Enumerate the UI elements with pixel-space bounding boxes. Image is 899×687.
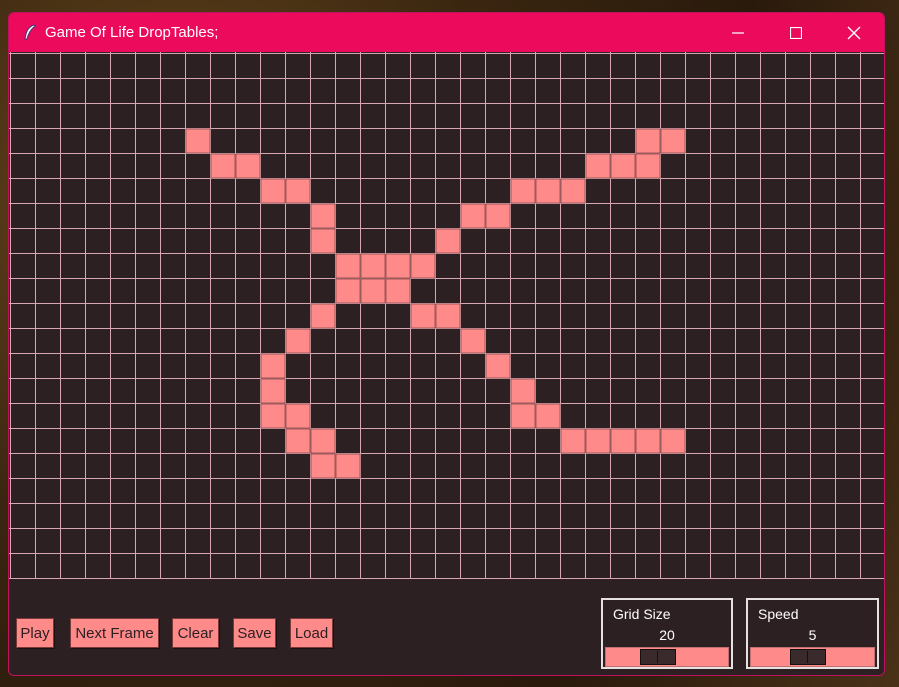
close-button[interactable] [825, 13, 883, 52]
live-cell[interactable] [210, 153, 236, 179]
grid-size-slider-thumb[interactable] [640, 649, 676, 665]
grid-size-value: 20 [659, 627, 675, 643]
grid-size-label: Grid Size [613, 606, 671, 622]
live-cell[interactable] [460, 328, 486, 354]
live-cell[interactable] [585, 153, 611, 179]
live-cell[interactable] [460, 203, 486, 229]
maximize-icon [790, 26, 802, 39]
live-cell[interactable] [535, 178, 561, 204]
live-cell[interactable] [635, 428, 661, 454]
play-button[interactable]: Play [16, 618, 54, 648]
live-cell[interactable] [585, 428, 611, 454]
next-frame-button[interactable]: Next Frame [70, 618, 159, 648]
window-title: Game Of Life DropTables; [45, 24, 219, 41]
speed-slider[interactable] [750, 647, 875, 667]
live-cell[interactable] [310, 303, 336, 329]
live-cell[interactable] [560, 428, 586, 454]
grid-canvas[interactable] [9, 52, 885, 579]
live-cell[interactable] [285, 178, 311, 204]
feather-icon [24, 24, 36, 40]
speed-label: Speed [758, 606, 799, 622]
live-cell[interactable] [410, 253, 436, 279]
grid-size-panel: Grid Size 20 [601, 598, 733, 669]
minimize-button[interactable] [709, 13, 767, 52]
live-cell[interactable] [310, 453, 336, 479]
live-cell[interactable] [510, 178, 536, 204]
live-cell[interactable] [535, 403, 561, 429]
live-cell[interactable] [485, 203, 511, 229]
live-cell[interactable] [510, 403, 536, 429]
live-cell[interactable] [635, 128, 661, 154]
live-cell[interactable] [360, 278, 386, 304]
live-cell[interactable] [260, 378, 286, 404]
live-cell[interactable] [285, 403, 311, 429]
live-cell[interactable] [310, 203, 336, 229]
live-cell[interactable] [335, 278, 361, 304]
live-cell[interactable] [385, 253, 411, 279]
save-button[interactable]: Save [233, 618, 276, 648]
live-cell[interactable] [235, 153, 261, 179]
live-cell[interactable] [435, 303, 461, 329]
live-cell[interactable] [610, 428, 636, 454]
live-cell[interactable] [285, 328, 311, 354]
live-cell[interactable] [410, 303, 436, 329]
speed-value: 5 [808, 627, 817, 643]
live-cell[interactable] [385, 278, 411, 304]
app-window: Game Of Life DropTables; Play Next Frame… [8, 12, 885, 676]
live-cell[interactable] [260, 353, 286, 379]
live-cell[interactable] [435, 228, 461, 254]
live-cell[interactable] [185, 128, 211, 154]
live-cell[interactable] [260, 403, 286, 429]
grid-size-slider[interactable] [605, 647, 729, 667]
live-cell[interactable] [510, 378, 536, 404]
live-cell[interactable] [485, 353, 511, 379]
maximize-button[interactable] [767, 13, 825, 52]
live-cell[interactable] [260, 178, 286, 204]
load-button[interactable]: Load [290, 618, 333, 648]
live-cell[interactable] [660, 428, 686, 454]
live-cell[interactable] [660, 128, 686, 154]
live-cell[interactable] [310, 228, 336, 254]
title-bar[interactable]: Game Of Life DropTables; [9, 13, 884, 52]
speed-panel: Speed 5 [746, 598, 879, 669]
close-icon [847, 26, 861, 39]
clear-button[interactable]: Clear [172, 618, 219, 648]
live-cell[interactable] [335, 453, 361, 479]
live-cell[interactable] [610, 153, 636, 179]
live-cell[interactable] [285, 428, 311, 454]
minimize-icon [732, 31, 744, 34]
live-cell[interactable] [635, 153, 661, 179]
live-cell[interactable] [310, 428, 336, 454]
live-cell[interactable] [560, 178, 586, 204]
live-cell[interactable] [360, 253, 386, 279]
life-grid[interactable] [9, 52, 885, 579]
speed-slider-thumb[interactable] [790, 649, 826, 665]
live-cell[interactable] [335, 253, 361, 279]
